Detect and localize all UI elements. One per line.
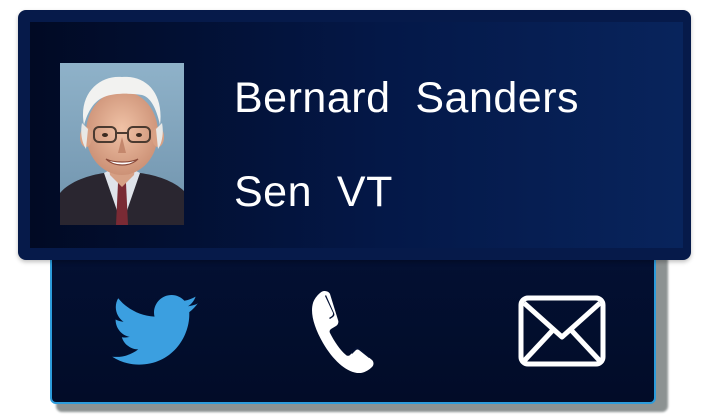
envelope-icon (518, 295, 606, 367)
twitter-bird-icon (112, 295, 198, 365)
action-tray (50, 246, 656, 404)
portrait-photo (60, 63, 184, 225)
portrait-image (60, 63, 184, 225)
contact-card: Bernard Sanders Sen VT (18, 10, 691, 260)
contact-widget: Bernard Sanders Sen VT (0, 0, 712, 415)
card-panel: Bernard Sanders Sen VT (30, 22, 683, 248)
email-button[interactable] (514, 288, 610, 374)
contact-office: Sen VT (234, 168, 393, 216)
phone-button[interactable] (298, 288, 394, 374)
twitter-button[interactable] (108, 288, 204, 374)
contact-name: Bernard Sanders (234, 74, 580, 122)
phone-handset-icon (312, 291, 374, 373)
